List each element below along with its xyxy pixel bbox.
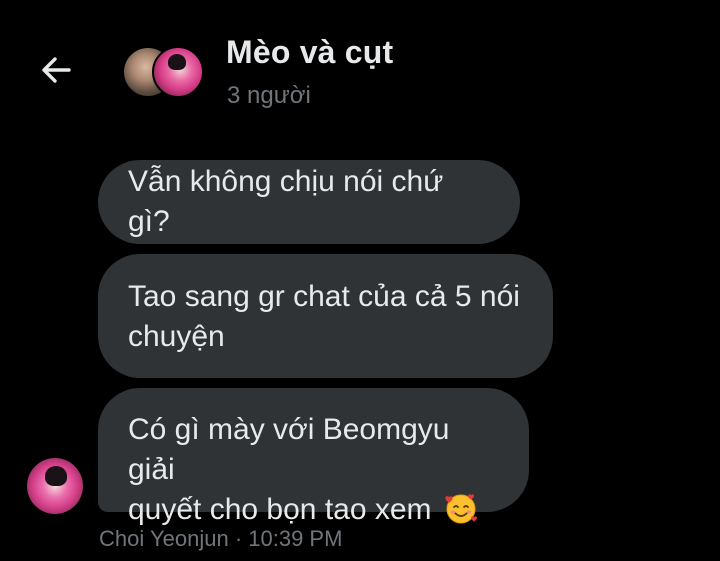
message-text: Tao sang gr chat của cả 5 nói — [128, 280, 520, 313]
smiling-face-with-hearts-icon — [445, 494, 477, 524]
message-bubble[interactable]: Tao sang gr chat của cả 5 nói chuyện — [98, 254, 553, 378]
sender-name: Choi Yeonjun — [99, 526, 229, 551]
member-avatar — [152, 46, 204, 98]
sender-avatar[interactable] — [27, 458, 83, 514]
message-bubble[interactable]: Vẫn không chịu nói chứ gì? — [98, 160, 520, 244]
member-count: 3 người — [227, 82, 311, 109]
message-time: 10:39 PM — [248, 526, 343, 551]
message-text: Có gì mày với Beomgyu giải — [128, 413, 450, 486]
message-text: chuyện — [128, 320, 225, 353]
meta-separator: · — [234, 526, 243, 551]
back-button[interactable] — [36, 50, 76, 90]
message-text: Vẫn không chịu nói chứ gì? — [128, 165, 444, 238]
arrow-left-icon — [42, 57, 71, 83]
message-meta: Choi Yeonjun · 10:39 PM — [99, 526, 342, 552]
conversation-header: Mèo và cụt 3 người — [0, 0, 720, 130]
group-avatar[interactable] — [120, 44, 204, 98]
conversation-title[interactable]: Mèo và cụt — [226, 34, 393, 71]
message-bubble[interactable]: Có gì mày với Beomgyu giải quyết cho bọn… — [98, 388, 529, 526]
message-text: quyết cho bọn tao xem — [128, 493, 432, 526]
